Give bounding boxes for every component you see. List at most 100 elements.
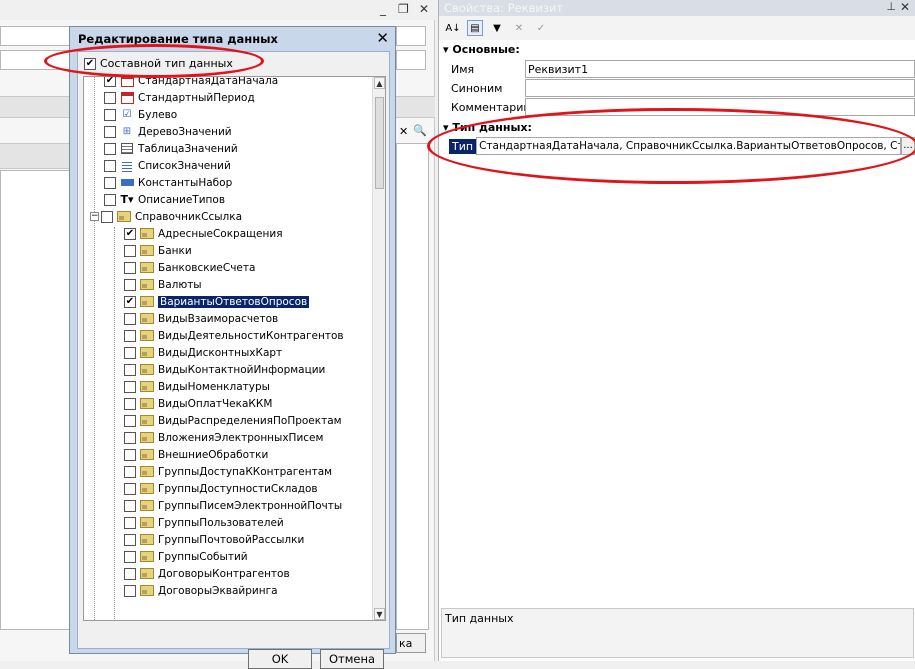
close-icon[interactable]: ✕ <box>376 29 389 47</box>
apply-icon[interactable]: ✓ <box>533 20 549 36</box>
tree-item-checkbox[interactable] <box>124 346 136 359</box>
tree-item[interactable]: БанковскиеСчета <box>84 259 255 276</box>
background-field[interactable] <box>396 50 426 70</box>
tree-item[interactable]: ВидыДеятельностиКонтрагентов <box>84 327 344 344</box>
tree-item-checkbox[interactable] <box>124 380 136 393</box>
tree-item-checkbox[interactable] <box>104 159 116 172</box>
tree-item-checkbox[interactable] <box>124 516 136 529</box>
tree-item-checkbox[interactable] <box>124 482 136 495</box>
tree-item-checkbox[interactable] <box>124 397 136 410</box>
tree-item-checkbox[interactable] <box>124 567 136 580</box>
filter-icon[interactable]: ▼ <box>489 20 505 36</box>
type-tree[interactable]: ДоговорыЭквайринга ДоговорыКонтрагентов Гр… <box>83 76 386 621</box>
tree-item-checkbox[interactable] <box>124 329 136 342</box>
tree-item-checkbox[interactable] <box>124 533 136 546</box>
tree-item-checkbox[interactable] <box>104 91 116 104</box>
tree-scrollbar[interactable]: ▲ ▼ <box>372 77 385 620</box>
tree-item-checkbox[interactable] <box>104 108 116 121</box>
tree-item[interactable]: − СправочникСсылка <box>84 208 242 225</box>
clear-icon[interactable]: ✕ <box>511 20 527 36</box>
tree-item[interactable]: ГруппыДоступностиСкладов <box>84 480 318 497</box>
tree-item-checkbox[interactable] <box>124 465 136 478</box>
tree-item[interactable]: ВидыДисконтныхКарт <box>84 344 282 361</box>
close-icon[interactable]: ✕ <box>900 0 910 14</box>
tree-item-checkbox[interactable] <box>104 142 116 155</box>
tree-item-checkbox[interactable] <box>104 193 116 206</box>
tree-item-checkbox[interactable] <box>124 278 136 291</box>
section-main[interactable]: ▾ Основные: <box>443 43 520 56</box>
tree-item-checkbox[interactable] <box>124 261 136 274</box>
scroll-up-icon[interactable]: ▲ <box>374 77 385 89</box>
tree-item-checkbox[interactable] <box>124 550 136 563</box>
tree-item[interactable]: ВидыРаспределенияПоПроектам <box>84 412 342 429</box>
tree-item[interactable]: Банки <box>84 242 192 259</box>
tree-item[interactable]: Валюты <box>84 276 202 293</box>
tree-item-checkbox[interactable]: ✔ <box>124 295 136 308</box>
tree-item[interactable]: ВнешниеОбработки <box>84 446 268 463</box>
search-icon[interactable]: 🔍 <box>413 124 427 137</box>
tree-item[interactable]: ДоговорыЭквайринга <box>84 582 278 599</box>
tree-item[interactable]: ГруппыДоступаККонтрагентам <box>84 463 332 480</box>
tree-item[interactable]: ГруппыПочтовойРассылки <box>84 531 304 548</box>
tree-item[interactable]: СписокЗначений <box>84 157 231 174</box>
tree-item-checkbox[interactable] <box>124 448 136 461</box>
tree-item-checkbox[interactable] <box>124 499 136 512</box>
scroll-thumb[interactable] <box>375 97 384 189</box>
tree-item-checkbox[interactable] <box>124 312 136 325</box>
close-icon[interactable]: ✕ <box>419 2 429 16</box>
composite-type-option[interactable]: ✔ Составной тип данных <box>84 57 233 70</box>
tree-item[interactable]: ВидыВзаиморасчетов <box>84 310 278 327</box>
tree-item-checkbox[interactable]: ✔ <box>124 227 136 240</box>
background-field[interactable] <box>396 26 426 46</box>
sort-category-icon[interactable]: ▤ <box>467 20 483 36</box>
tree-item[interactable]: ТаблицаЗначений <box>84 140 238 157</box>
sort-alpha-icon[interactable]: A↓ <box>445 20 461 36</box>
tree-item[interactable]: T▾ ОписаниеТипов <box>84 191 225 208</box>
tree-item[interactable]: КонстантыНабор <box>84 174 232 191</box>
section-data-type[interactable]: ▾ Тип данных: <box>443 121 532 134</box>
tree-item-checkbox[interactable] <box>124 414 136 427</box>
folder-icon <box>139 261 155 275</box>
tree-item[interactable]: ✔ ВариантыОтветовОпросов <box>84 293 310 310</box>
background-button[interactable]: ка <box>396 633 426 653</box>
type-select-button[interactable]: ... <box>901 137 915 155</box>
tree-item[interactable]: ✔ СтандартнаяДатаНачала <box>84 77 278 89</box>
background-list <box>0 170 70 630</box>
tree-item[interactable]: ДоговорыКонтрагентов <box>84 565 290 582</box>
tree-item[interactable]: ✔ АдресныеСокращения <box>84 225 283 242</box>
name-field[interactable]: Реквизит1 <box>525 60 915 78</box>
tree-item[interactable]: ⊞ ДеревоЗначений <box>84 123 232 140</box>
tree-item[interactable]: ВложенияЭлектронныхПисем <box>84 429 323 446</box>
background-field[interactable] <box>0 50 70 70</box>
collapse-icon[interactable]: − <box>90 212 99 221</box>
tree-item-checkbox[interactable] <box>104 125 116 138</box>
tree-item-checkbox[interactable] <box>101 210 113 223</box>
tree-item[interactable]: ГруппыПисемЭлектроннойПочты <box>84 497 342 514</box>
tree-item[interactable]: СтандартныйПериод <box>84 89 255 106</box>
type-value-field[interactable]: СтандартнаяДатаНачала, СправочникСсылка.… <box>476 137 901 155</box>
synonym-field[interactable] <box>525 79 915 97</box>
tree-item[interactable]: ☑ Булево <box>84 106 177 123</box>
tree-item-checkbox[interactable] <box>104 176 116 189</box>
minimize-icon[interactable]: _ <box>380 2 386 16</box>
tree-item-checkbox[interactable]: ✔ <box>104 77 116 87</box>
tree-item[interactable]: ВидыОплатЧекаККМ <box>84 395 272 412</box>
scroll-down-icon[interactable]: ▼ <box>374 608 385 620</box>
cancel-button[interactable]: Отмена <box>320 649 384 669</box>
type-row[interactable]: Тип СтандартнаяДатаНачала, СправочникСсы… <box>449 137 915 155</box>
composite-type-checkbox[interactable]: ✔ <box>84 57 96 70</box>
pin-icon[interactable]: ⊥ <box>886 0 896 13</box>
restore-icon[interactable]: ❐ <box>398 2 409 16</box>
search-clear-icon[interactable]: ✕ <box>399 125 408 138</box>
ok-button[interactable]: OK <box>248 649 312 669</box>
tree-item-checkbox[interactable] <box>124 584 136 597</box>
tree-item[interactable]: ГруппыСобытий <box>84 548 248 565</box>
background-field[interactable] <box>0 26 70 46</box>
tree-item-checkbox[interactable] <box>124 431 136 444</box>
tree-item[interactable]: ГруппыПользователей <box>84 514 284 531</box>
tree-item[interactable]: ВидыКонтактнойИнформации <box>84 361 325 378</box>
tree-item[interactable]: ВидыНоменклатуры <box>84 378 270 395</box>
comment-field[interactable] <box>525 98 915 116</box>
tree-item-checkbox[interactable] <box>124 363 136 376</box>
tree-item-checkbox[interactable] <box>124 244 136 257</box>
